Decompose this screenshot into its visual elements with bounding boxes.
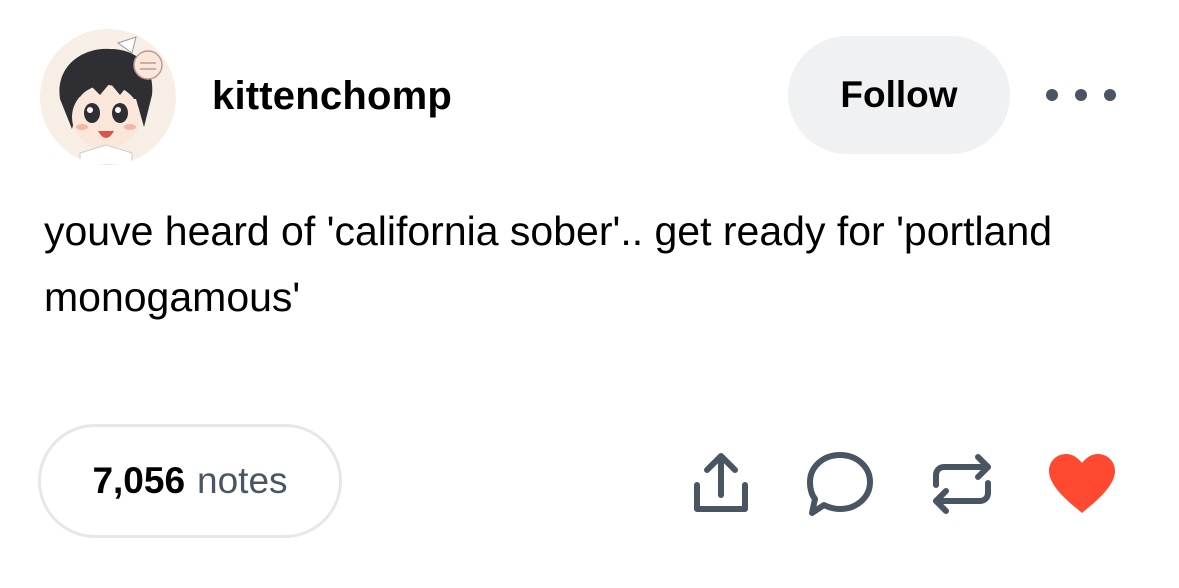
avatar-image [40, 29, 176, 165]
reply-icon[interactable] [804, 448, 876, 520]
more-dot [1046, 89, 1058, 101]
avatar[interactable] [40, 29, 176, 165]
follow-button[interactable]: Follow [788, 36, 1010, 154]
post-body: youve heard of 'california sober'.. get … [44, 208, 1053, 320]
notes-button[interactable]: 7,056 notes [38, 424, 342, 538]
heart-icon[interactable] [1046, 448, 1118, 520]
notes-count: 7,056 [92, 460, 186, 501]
more-dot [1104, 89, 1116, 101]
share-icon[interactable] [685, 448, 757, 520]
more-dot [1075, 89, 1087, 101]
notes-label: notes [197, 460, 288, 501]
username[interactable]: kittenchomp [212, 70, 452, 122]
more-options-icon[interactable] [1046, 78, 1116, 112]
post-card: kittenchomp Follow youve heard of 'calif… [0, 0, 1179, 588]
reblog-icon[interactable] [926, 448, 998, 520]
